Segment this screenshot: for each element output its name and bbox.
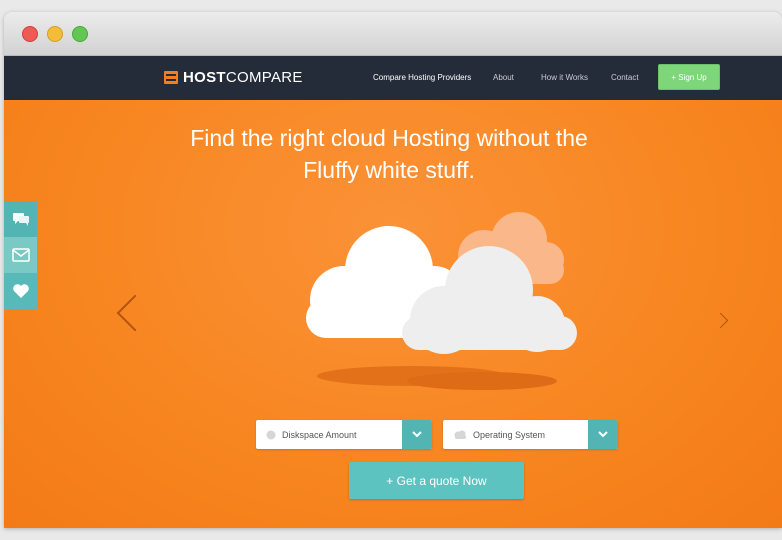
site-navbar: HOSTCOMPARE Compare Hosting Providers Ab…	[4, 56, 782, 100]
hero-section: Find the right cloud Hosting without the…	[4, 100, 782, 528]
share-like-button[interactable]	[4, 273, 37, 309]
chevron-down-icon	[412, 431, 422, 438]
diskspace-select[interactable]: Diskspace Amount	[256, 420, 432, 449]
diskspace-select-label: Diskspace Amount	[282, 429, 357, 440]
logo-text: HOSTCOMPARE	[183, 69, 303, 86]
headline-line-1: Find the right cloud Hosting without the	[190, 125, 588, 151]
clouds-illustration	[306, 212, 577, 390]
hero-headline: Find the right cloud Hosting without the…	[184, 122, 594, 186]
logo-light: COMPARE	[225, 69, 303, 86]
chat-icon	[12, 213, 29, 226]
server-icon	[164, 71, 178, 84]
chevron-down-icon	[598, 431, 608, 438]
minimize-window-button[interactable]	[47, 26, 63, 42]
browser-window: HOSTCOMPARE Compare Hosting Providers Ab…	[4, 12, 782, 528]
site-logo[interactable]: HOSTCOMPARE	[164, 69, 303, 86]
social-share-bar	[4, 201, 37, 309]
zoom-window-button[interactable]	[72, 26, 88, 42]
nav-contact[interactable]: Contact	[611, 73, 639, 82]
mail-icon	[11, 248, 30, 262]
logo-bold: HOST	[183, 69, 226, 86]
nav-about[interactable]: About	[493, 73, 514, 82]
cloud-icon	[454, 430, 466, 439]
share-chat-button[interactable]	[4, 201, 37, 237]
operating-system-select[interactable]: Operating System	[443, 420, 618, 449]
share-mail-button[interactable]	[4, 237, 37, 273]
carousel-prev-arrow[interactable]	[116, 294, 154, 332]
window-titlebar	[4, 12, 782, 56]
sign-up-button[interactable]: + Sign Up	[658, 64, 720, 90]
os-select-label: Operating System	[473, 429, 546, 440]
nav-compare-hosting[interactable]: Compare Hosting Providers	[373, 73, 471, 82]
diskspace-dropdown-toggle[interactable]	[402, 420, 432, 449]
carousel-next-arrow[interactable]	[712, 312, 729, 329]
close-window-button[interactable]	[22, 26, 38, 42]
get-quote-button[interactable]: + Get a quote Now	[349, 462, 524, 499]
disk-icon	[266, 430, 276, 439]
nav-how-it-works[interactable]: How it Works	[541, 73, 588, 82]
heart-icon	[12, 284, 29, 298]
headline-line-2: Fluffy white stuff.	[303, 157, 475, 183]
os-dropdown-toggle[interactable]	[588, 420, 618, 449]
